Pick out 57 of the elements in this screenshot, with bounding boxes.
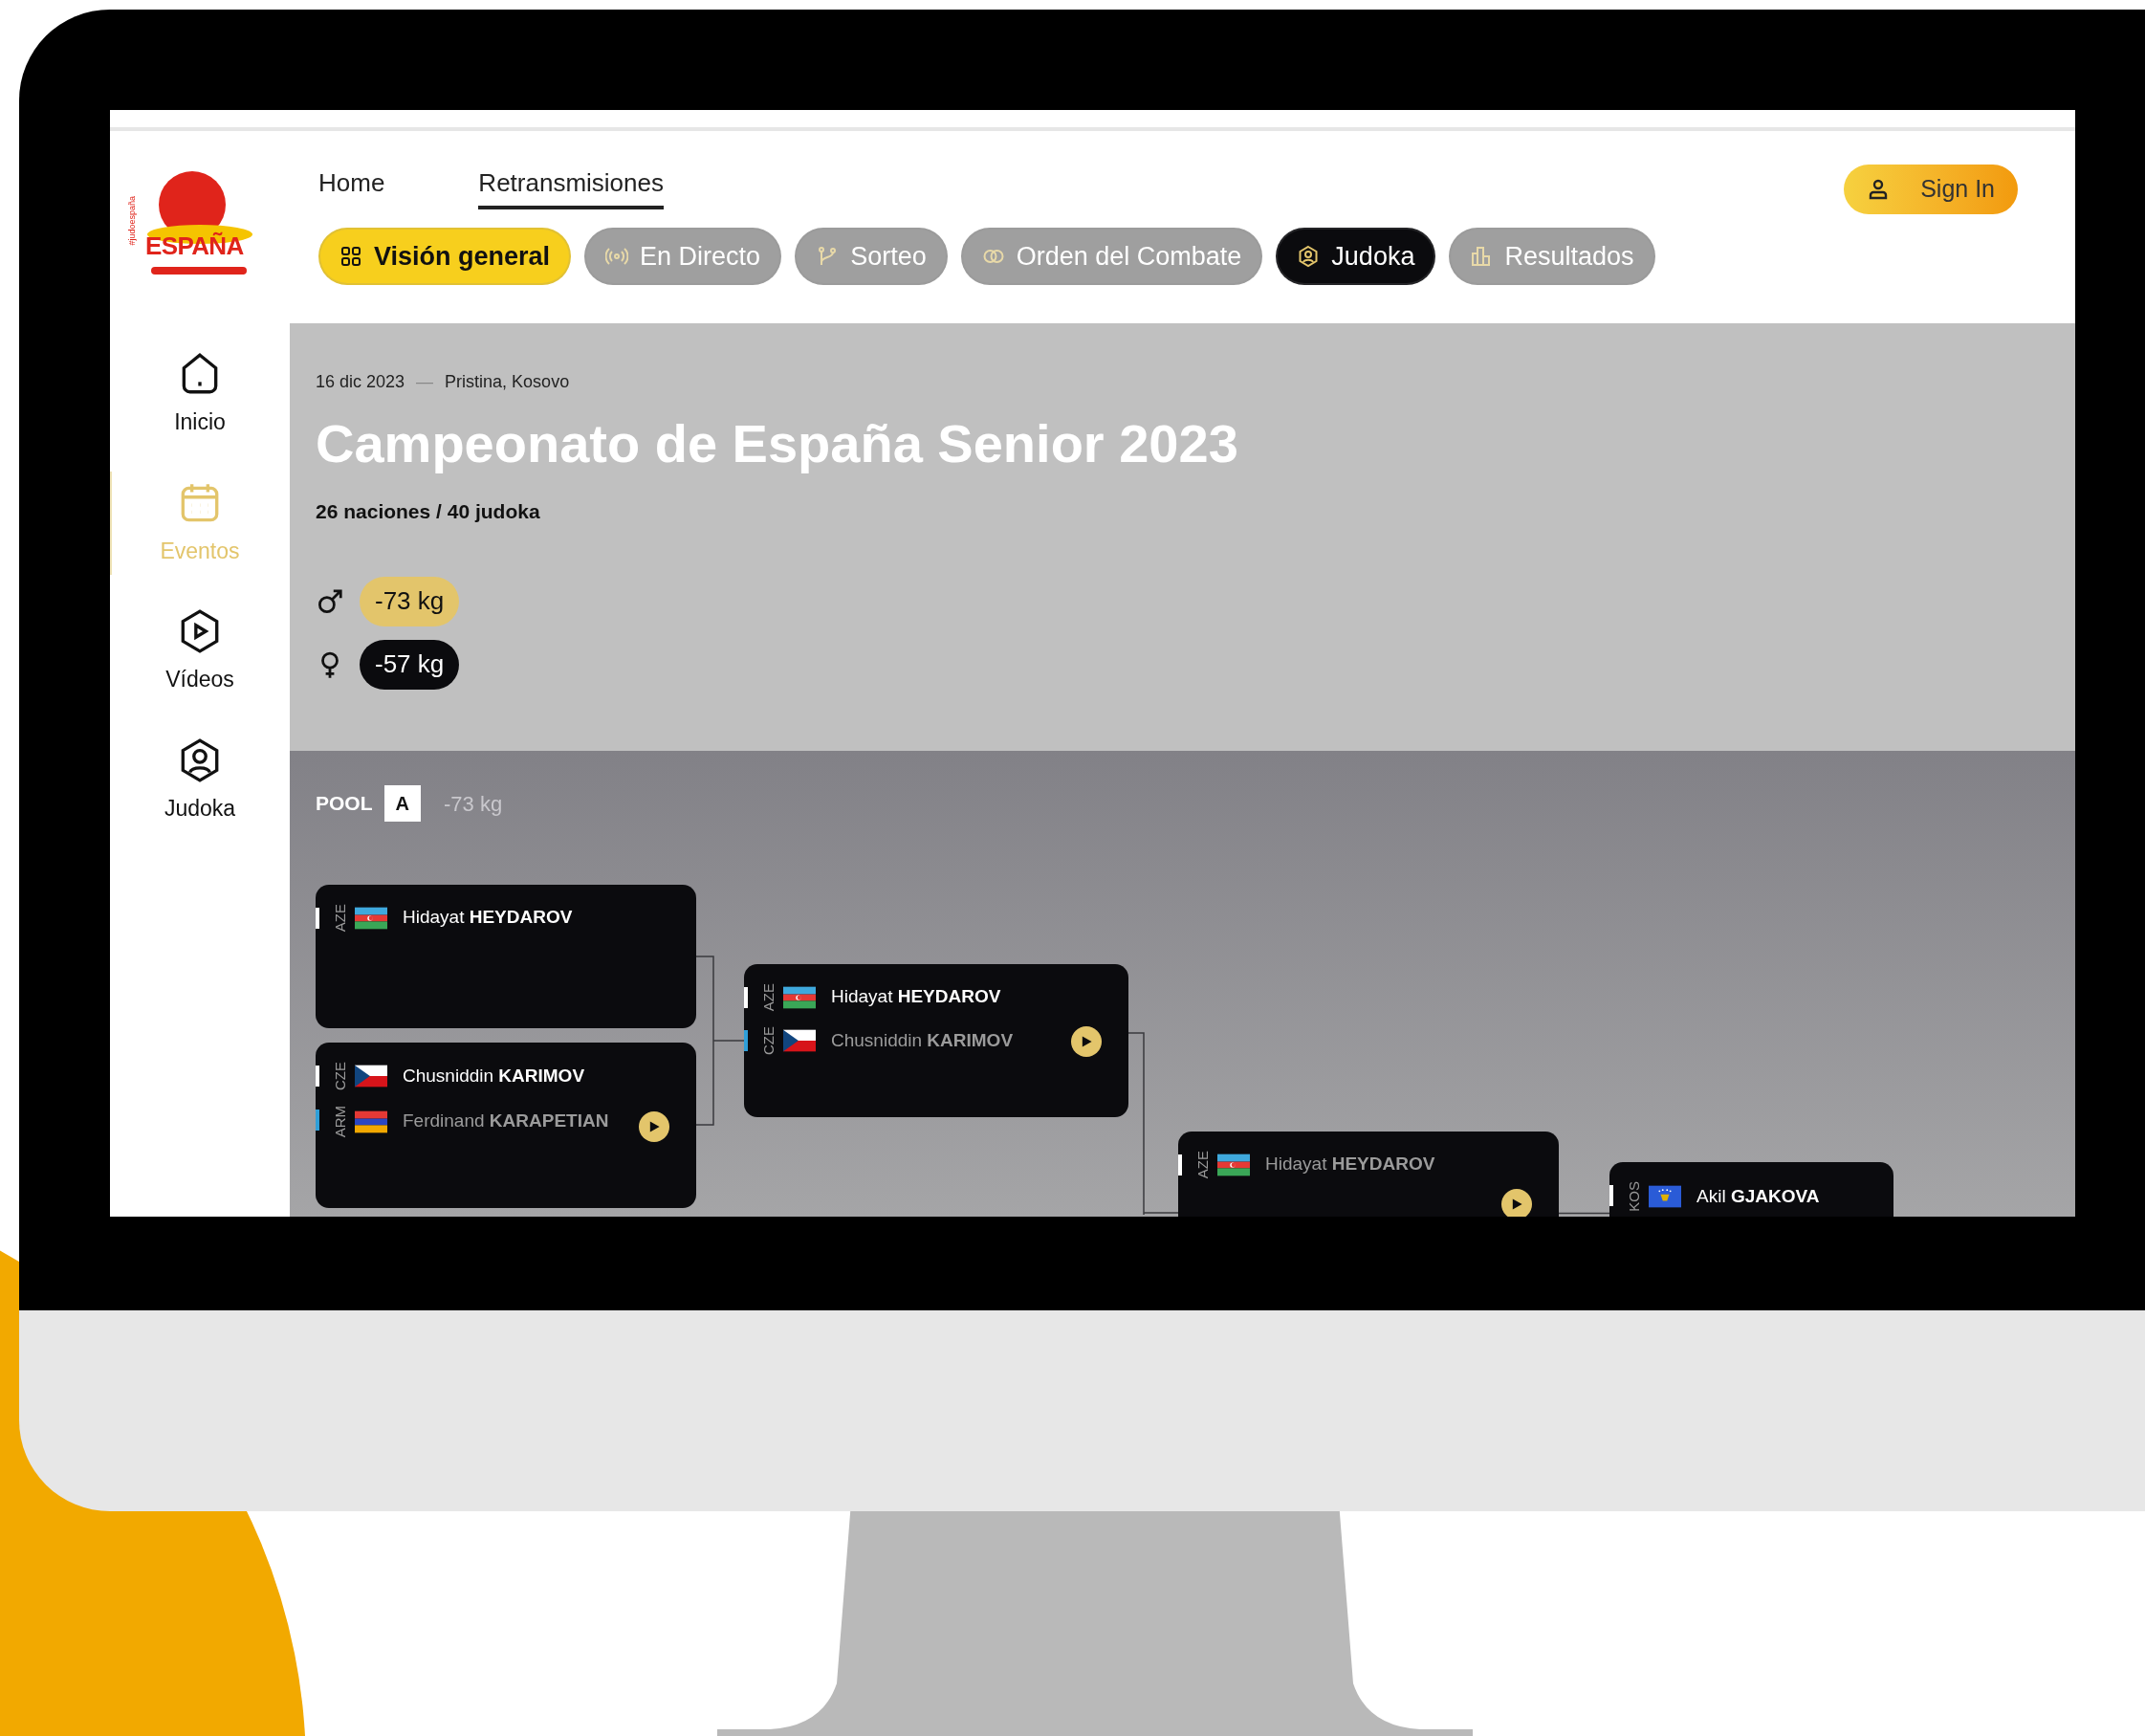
broadcast-icon (605, 245, 629, 268)
flag-icon (355, 1110, 387, 1133)
competitor-name: Hidayat HEYDAROV (831, 985, 1001, 1009)
corner-marker (1609, 1185, 1613, 1206)
competitor-name: Hidayat HEYDAROV (1265, 1153, 1435, 1176)
corner-marker (316, 908, 319, 929)
sidebar-item[interactable]: Vídeos (110, 600, 290, 704)
country-code: AZE (1195, 1151, 1210, 1179)
male-icon (316, 586, 344, 616)
play-button[interactable] (639, 1111, 669, 1142)
corner-marker (744, 987, 748, 1008)
tab[interactable]: Judoka (1276, 228, 1436, 285)
corner-marker (744, 1030, 748, 1052)
event-date: 16 dic 2023 (316, 371, 405, 393)
flag-icon (1649, 1184, 1681, 1208)
person-icon (1297, 245, 1321, 268)
event-title: Campeonato de España Senior 2023 (316, 412, 1238, 475)
sidebar-item[interactable]: Judoka (110, 728, 290, 832)
pool-letter: A (383, 785, 421, 822)
flag-icon (783, 985, 816, 1009)
flag-icon (783, 1029, 816, 1053)
play-icon (1080, 1035, 1093, 1048)
country-code: CZE (761, 1026, 776, 1056)
weight-chip[interactable]: -57 kg (360, 639, 460, 690)
grid-icon (339, 245, 362, 268)
country-code: ARM (333, 1106, 347, 1138)
country-code: CZE (333, 1062, 347, 1090)
event-stats: 26 naciones / 40 judoka (316, 499, 540, 524)
play-button[interactable] (1071, 1026, 1102, 1057)
weight-chip[interactable]: -73 kg (360, 576, 460, 626)
corner-marker (1178, 1154, 1182, 1176)
play-button[interactable] (1501, 1189, 1532, 1217)
country-code: AZE (333, 904, 347, 933)
competitor-name: Ferdinand KARAPETIAN (403, 1110, 609, 1133)
country-code: AZE (761, 983, 776, 1012)
pool-label: POOL (316, 791, 373, 817)
nav-link[interactable]: Retransmisiones (478, 165, 664, 209)
flag-icon (1217, 1153, 1250, 1176)
sign-in-button[interactable]: Sign In (1844, 165, 2018, 214)
competitor-name: Hidayat HEYDAROV (403, 906, 573, 930)
competitor-name: Akil GJAKOVA (1696, 1184, 1820, 1208)
competitor-name: Chusniddin KARIMOV (403, 1064, 585, 1088)
flag-icon (355, 906, 387, 930)
nav-link[interactable]: Home (318, 165, 385, 209)
pool-category: -73 kg (443, 790, 503, 818)
connector-line (1559, 1212, 1609, 1215)
tab[interactable]: Visión general (318, 228, 572, 285)
flag-icon (355, 1065, 387, 1088)
event-location: Pristina, Kosovo (445, 371, 570, 393)
separator: — (416, 371, 434, 393)
play-icon (1510, 1198, 1523, 1211)
corner-marker (316, 1066, 319, 1087)
competitor-name: Chusniddin KARIMOV (831, 1028, 1014, 1052)
play-icon (647, 1120, 661, 1133)
corner-marker (316, 1110, 319, 1131)
country-code: KOS (1627, 1181, 1641, 1212)
sidebar-item[interactable]: Inicio (110, 342, 290, 447)
